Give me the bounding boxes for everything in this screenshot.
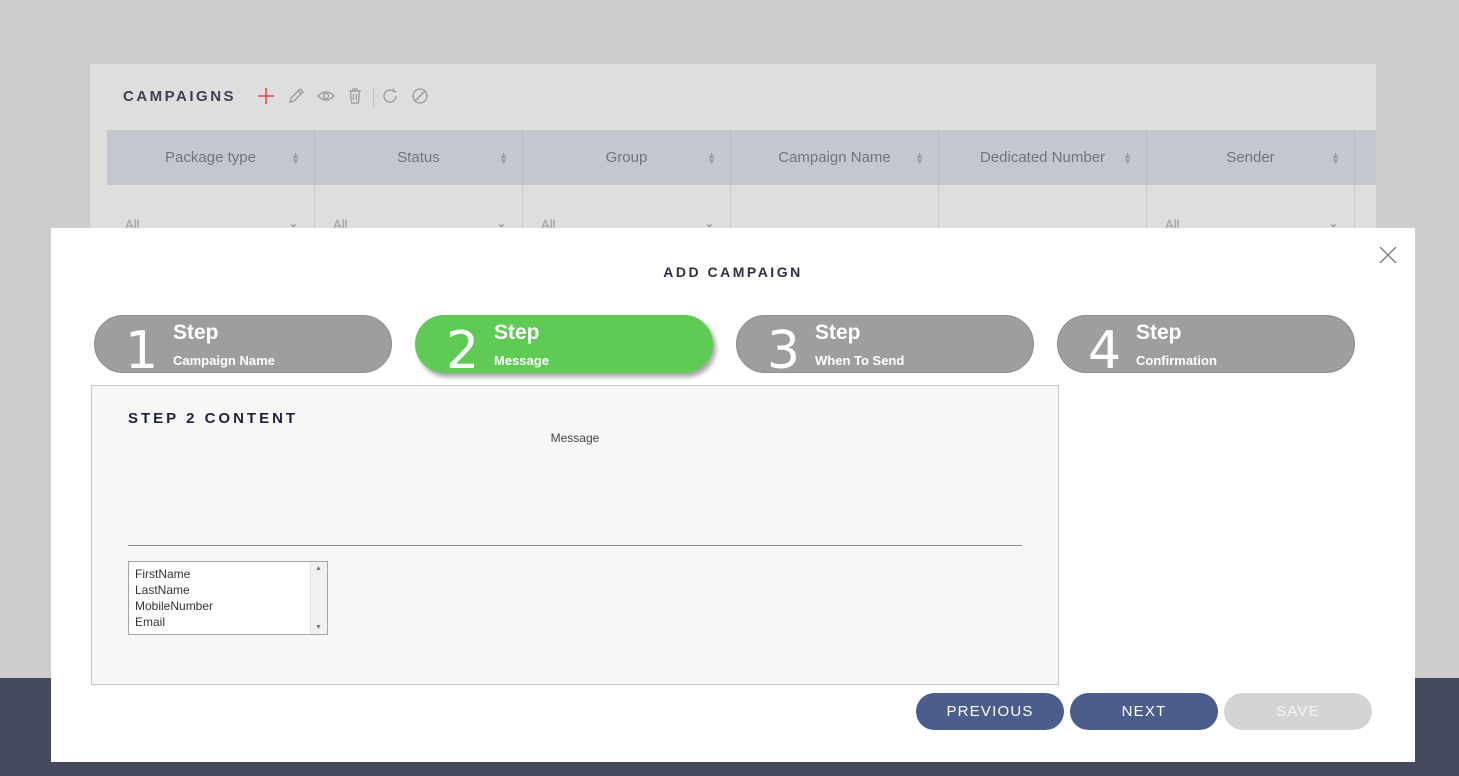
step-3-tab[interactable]: 3 Step When To Send [736, 315, 1034, 373]
refresh-icon[interactable] [380, 86, 400, 106]
campaigns-title: CAMPAIGNS [123, 88, 237, 105]
pencil-icon[interactable] [286, 86, 306, 106]
message-label: Message [550, 431, 600, 445]
list-item[interactable]: FirstName [129, 566, 213, 582]
step-number: 1 [125, 321, 159, 373]
column-header-group[interactable]: Group ▲ ▼ [523, 130, 731, 185]
message-underline [128, 545, 1022, 546]
scroll-down-arrow-icon[interactable]: ▼ [315, 624, 322, 631]
step-subtitle: Campaign Name [173, 353, 275, 368]
sort-icon[interactable]: ▲ ▼ [915, 151, 924, 166]
sort-icon[interactable]: ▲ ▼ [1123, 151, 1132, 166]
sort-icon[interactable]: ▲ ▼ [1331, 151, 1340, 166]
scrollbar[interactable]: ▲ ▼ [310, 562, 327, 634]
block-icon[interactable] [410, 86, 430, 106]
step-number: 2 [446, 321, 480, 373]
modal-title: ADD CAMPAIGN [663, 264, 803, 280]
sort-icon[interactable]: ▲ ▼ [707, 151, 716, 166]
step-subtitle: Confirmation [1136, 353, 1217, 368]
campaigns-panel: CAMPAIGNS Package type ▲ ▼ Status ▲ ▼ Group ▲… [90, 64, 1376, 244]
toolbar-divider [373, 87, 374, 107]
sort-icon[interactable]: ▲ ▼ [499, 151, 508, 166]
step-content-title: STEP 2 CONTENT [128, 410, 299, 427]
column-header-campaign-name[interactable]: Campaign Name ▲ ▼ [731, 130, 939, 185]
step-subtitle: When To Send [815, 353, 905, 368]
step-title: Step [173, 321, 219, 344]
step-content-panel: STEP 2 CONTENT Message FirstName LastNam… [91, 385, 1059, 685]
column-header-sender[interactable]: Sender ▲ ▼ [1147, 130, 1355, 185]
column-header-package-type[interactable]: Package type ▲ ▼ [107, 130, 315, 185]
save-button[interactable]: SAVE [1224, 693, 1372, 730]
column-header-dedicated-number[interactable]: Dedicated Number ▲ ▼ [939, 130, 1147, 185]
step-title: Step [1136, 321, 1182, 344]
step-title: Step [815, 321, 861, 344]
add-campaign-modal: ADD CAMPAIGN 1 Step Campaign Name 2 Step… [51, 228, 1415, 762]
table-header: Package type ▲ ▼ Status ▲ ▼ Group ▲ ▼ Campaign… [107, 130, 1376, 185]
plus-icon[interactable] [256, 86, 276, 106]
column-header-status[interactable]: Status ▲ ▼ [315, 130, 523, 185]
list-item[interactable]: LastName [129, 582, 213, 598]
step-subtitle: Message [494, 353, 549, 368]
sort-icon[interactable]: ▲ ▼ [291, 151, 300, 166]
step-number: 3 [767, 321, 801, 373]
close-icon[interactable] [1378, 245, 1398, 265]
list-item[interactable]: MobileNumber [129, 598, 213, 614]
message-input[interactable] [128, 454, 1022, 542]
step-1-tab[interactable]: 1 Step Campaign Name [94, 315, 392, 373]
step-4-tab[interactable]: 4 Step Confirmation [1057, 315, 1355, 373]
step-2-tab[interactable]: 2 Step Message [415, 315, 713, 373]
list-item[interactable]: Email [129, 614, 213, 630]
step-title: Step [494, 321, 540, 344]
trash-icon[interactable] [345, 86, 365, 106]
eye-icon[interactable] [316, 86, 336, 106]
next-button[interactable]: NEXT [1070, 693, 1218, 730]
scroll-up-arrow-icon[interactable]: ▲ [315, 565, 322, 572]
personalization-field-list[interactable]: FirstName LastName MobileNumber Email ▲ … [128, 561, 328, 635]
step-number: 4 [1088, 321, 1122, 373]
previous-button[interactable]: PREVIOUS [916, 693, 1064, 730]
